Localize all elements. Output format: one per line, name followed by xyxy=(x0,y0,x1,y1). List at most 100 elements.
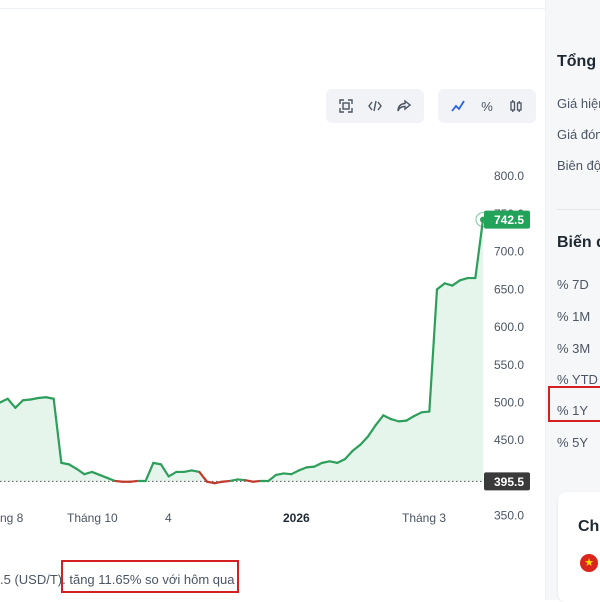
one-year-highlight-box xyxy=(548,386,600,422)
price-line-segment xyxy=(397,419,408,423)
data-point xyxy=(260,480,262,482)
summary-row-close-price: Giá đón xyxy=(557,127,600,142)
data-point xyxy=(290,473,292,475)
data-point xyxy=(206,481,208,483)
price-line-segment xyxy=(305,465,316,469)
x-tick-label: Tháng 3 xyxy=(402,511,446,525)
price-line-segment xyxy=(129,479,140,483)
price-fragment: .5 (USD/T). xyxy=(0,572,66,587)
card-title: Ch xyxy=(578,518,600,535)
data-point xyxy=(283,472,285,475)
data-point xyxy=(137,480,139,482)
change-row-7d: % 7D xyxy=(557,277,589,292)
data-point xyxy=(175,471,177,473)
data-point xyxy=(421,411,423,413)
data-point xyxy=(191,469,193,472)
data-point xyxy=(45,396,47,398)
candlestick-icon[interactable] xyxy=(504,94,528,118)
price-line-segment xyxy=(274,472,285,477)
data-point xyxy=(413,415,415,417)
y-tick-label: 500.0 xyxy=(494,396,524,410)
data-point xyxy=(76,468,78,470)
x-tick-label: 4 xyxy=(165,511,172,525)
data-point xyxy=(467,277,469,279)
summary-row-range: Biên độ xyxy=(557,158,600,173)
y-tick-label: 550.0 xyxy=(494,358,524,372)
data-point xyxy=(244,479,246,481)
price-line-segment xyxy=(37,396,48,400)
baseline-price-badge-label: 395.5 xyxy=(494,475,524,489)
data-point xyxy=(436,288,438,290)
price-line-segment xyxy=(152,461,163,466)
chart-panel: % 350.0400.0450.0500.0550.0600.0650.0700… xyxy=(0,0,545,600)
price-line-segment xyxy=(236,478,247,482)
percent-label: % xyxy=(481,98,493,114)
embed-code-icon[interactable] xyxy=(363,94,387,118)
data-point xyxy=(459,279,461,281)
data-point xyxy=(329,460,331,462)
data-point xyxy=(37,397,39,399)
data-point xyxy=(122,481,124,483)
x-tick-label: ng 8 xyxy=(0,511,24,525)
data-point xyxy=(398,420,400,422)
data-point xyxy=(106,477,108,479)
chart-type-toolbar: % xyxy=(438,89,536,123)
price-line-segment xyxy=(44,396,55,400)
data-point xyxy=(352,450,354,452)
price-line-segment xyxy=(113,479,124,483)
data-point xyxy=(344,458,346,460)
percent-icon[interactable]: % xyxy=(475,94,499,118)
data-point xyxy=(428,410,430,413)
line-chart-icon[interactable] xyxy=(446,94,470,118)
data-point xyxy=(129,481,131,483)
vietnam-flag-icon: ★ xyxy=(580,554,598,572)
sidebar-card: Ch ★ xyxy=(558,492,600,602)
price-line-segment xyxy=(328,460,339,464)
summary-title: Tổng xyxy=(557,53,597,70)
data-point xyxy=(53,398,55,400)
price-line-chart: 350.0400.0450.0500.0550.0600.0650.0700.0… xyxy=(0,169,530,525)
x-tick-label: 2026 xyxy=(283,511,310,525)
y-tick-label: 650.0 xyxy=(494,282,524,296)
y-tick-label: 700.0 xyxy=(494,245,524,259)
price-line-segment xyxy=(320,460,331,464)
data-point xyxy=(237,478,239,481)
price-line-segment xyxy=(29,396,40,401)
price-line-segment xyxy=(228,478,239,483)
data-point xyxy=(382,414,384,416)
change-row-3m: % 3M xyxy=(557,341,591,356)
y-tick-label: 600.0 xyxy=(494,320,524,334)
data-point xyxy=(30,398,32,401)
data-point xyxy=(359,444,361,446)
data-point xyxy=(83,473,85,475)
data-point xyxy=(367,435,369,438)
data-point xyxy=(7,398,9,400)
data-point xyxy=(275,474,277,476)
share-icon[interactable] xyxy=(392,94,416,118)
price-line-segment xyxy=(251,479,262,483)
data-point xyxy=(183,471,185,473)
data-point xyxy=(405,420,407,422)
data-point xyxy=(313,466,315,468)
top-divider xyxy=(0,8,545,9)
data-point xyxy=(22,399,24,401)
chart-action-toolbar xyxy=(326,89,424,123)
y-tick-label: 800.0 xyxy=(494,169,524,183)
data-point xyxy=(474,277,476,279)
change-title: Biến đ xyxy=(557,234,600,251)
expand-icon[interactable] xyxy=(334,94,358,118)
data-point xyxy=(321,462,323,464)
price-line-segment xyxy=(420,410,431,414)
price-line-segment xyxy=(60,461,71,466)
price-line-segment xyxy=(190,469,201,474)
price-line-segment xyxy=(244,479,255,483)
data-point xyxy=(375,424,377,426)
x-tick-label: Tháng 10 xyxy=(67,511,118,525)
change-row-1m: % 1M xyxy=(557,309,591,324)
price-line-segment xyxy=(21,398,32,402)
data-point xyxy=(160,463,162,465)
data-point xyxy=(68,463,70,465)
price-line-segment xyxy=(221,479,232,483)
data-point xyxy=(14,407,16,409)
change-row-5y: % 5Y xyxy=(557,435,589,450)
